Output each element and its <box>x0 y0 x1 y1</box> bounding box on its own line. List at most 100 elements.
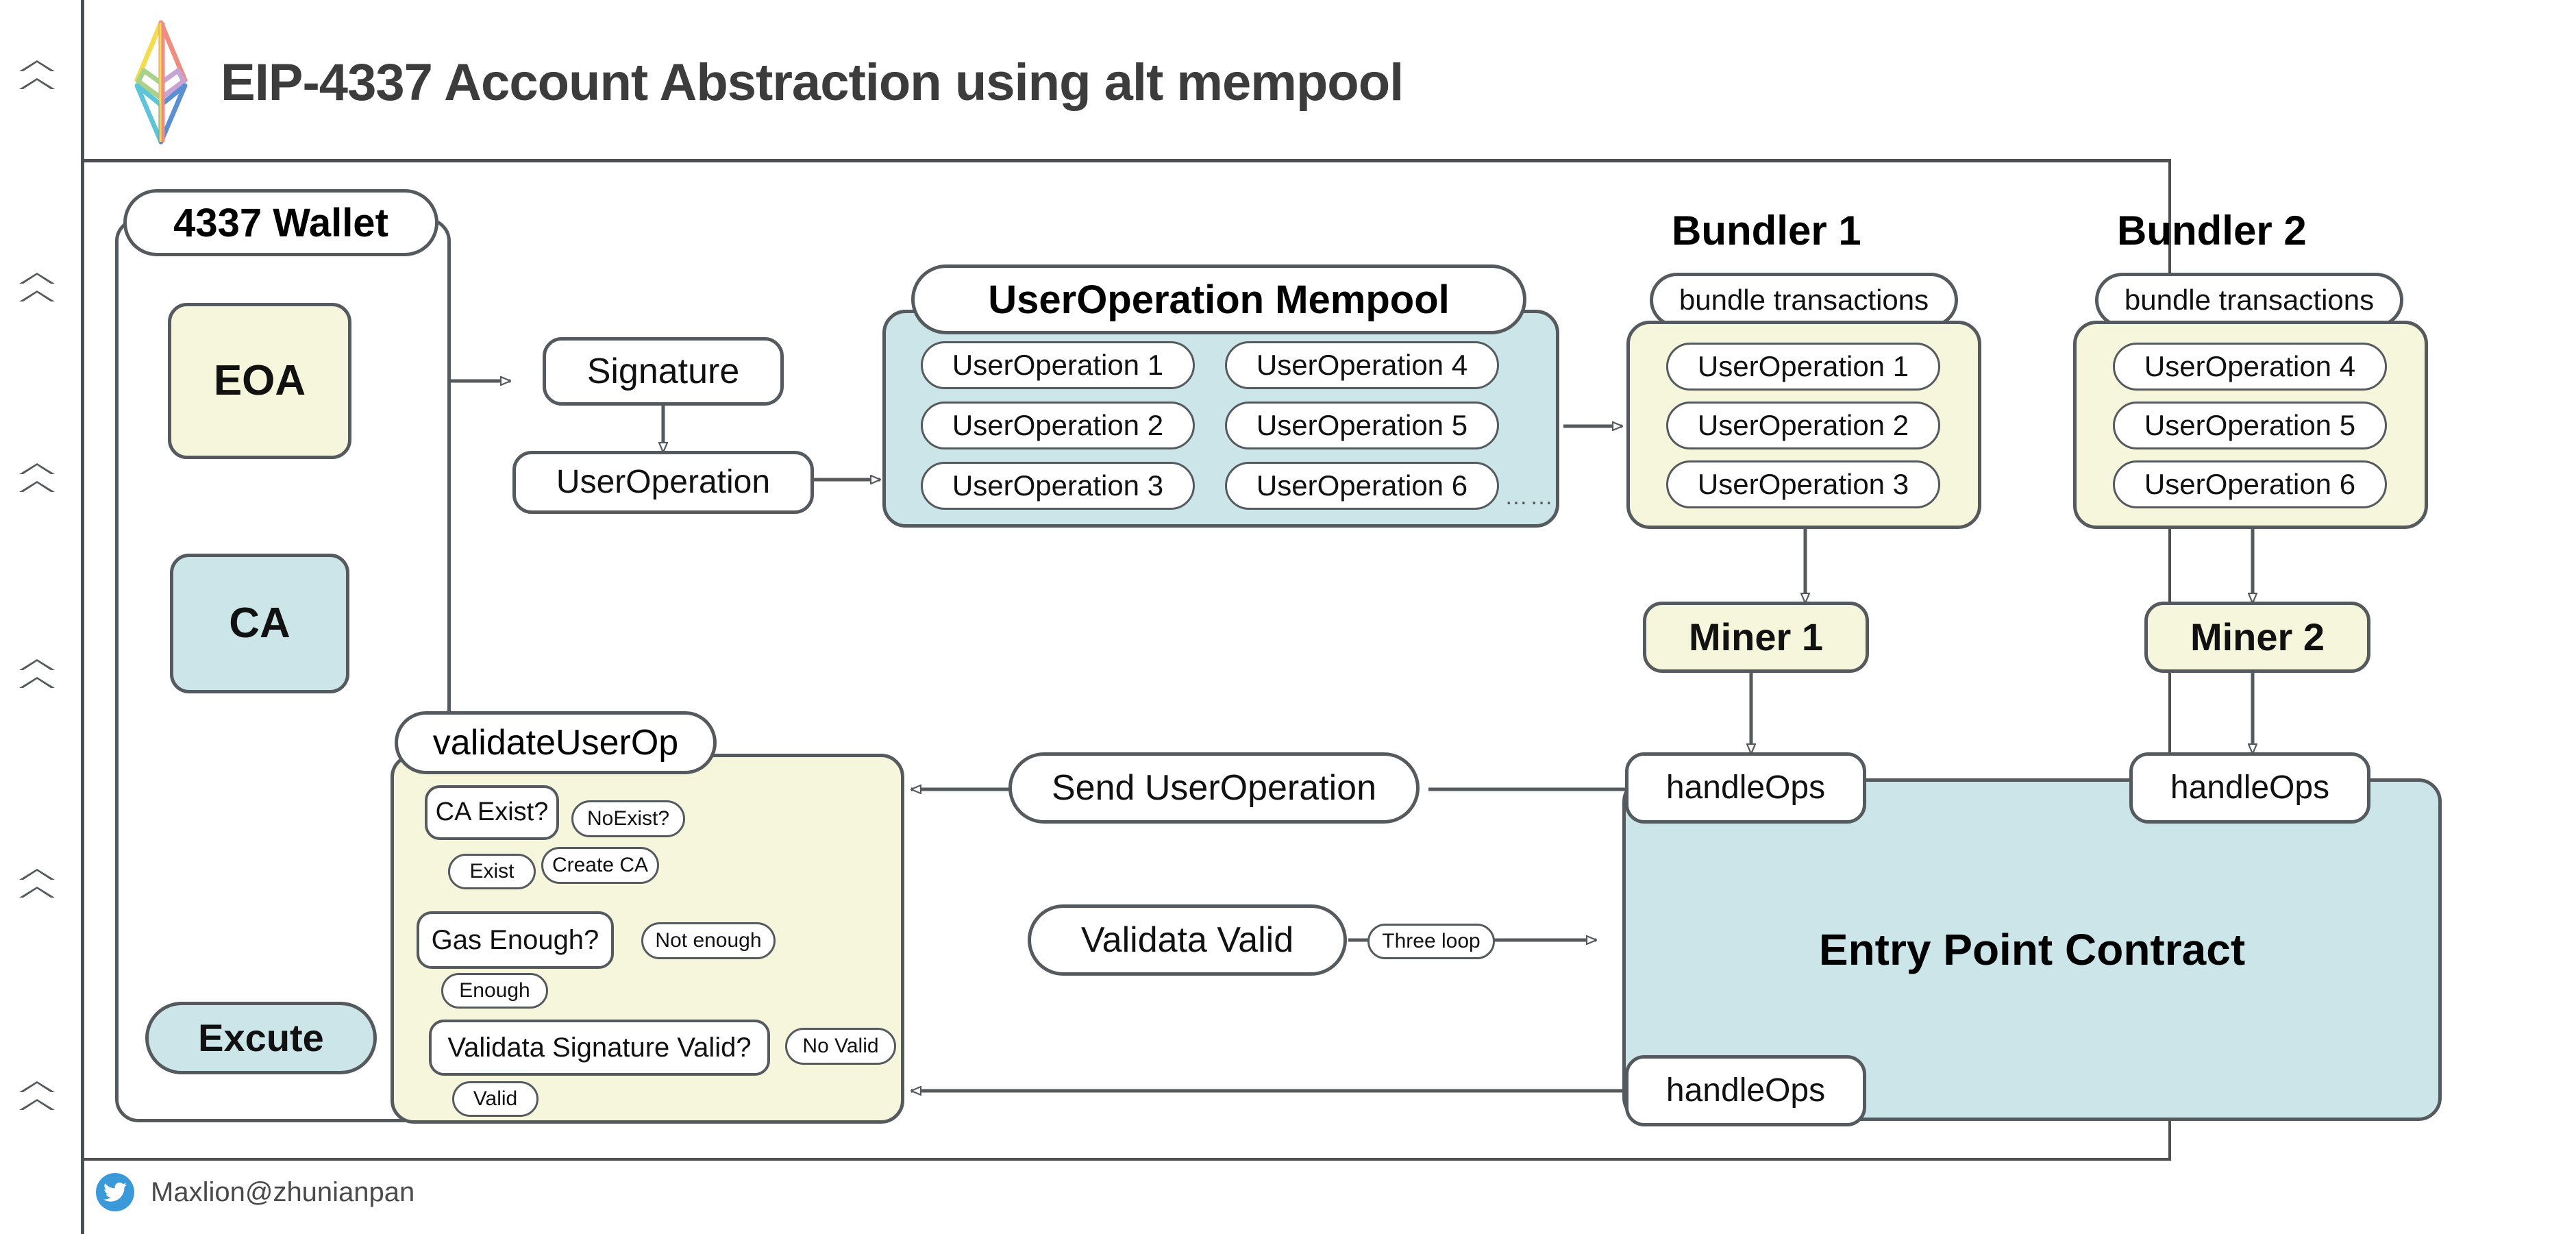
branch-valid-node[interactable]: Valid <box>452 1081 538 1117</box>
mempool-op-item[interactable]: UserOperation 5 <box>1225 402 1499 449</box>
branch-not-enough-label: Not enough <box>655 929 762 952</box>
handle-ops-2-label: handleOps <box>2170 769 2330 806</box>
bundler-1-op-label: UserOperation 3 <box>1697 467 1909 500</box>
bundler-1-op-label: UserOperation 1 <box>1697 349 1909 382</box>
step-gas-enough-node[interactable]: Gas Enough? <box>417 911 614 969</box>
twitter-bird-icon[interactable] <box>96 1173 134 1211</box>
bundler-2-op-item[interactable]: UserOperation 4 <box>2113 343 2387 391</box>
triangle-marker-pair <box>19 60 60 96</box>
bundler-2-subtitle-label: bundle transactions <box>2124 283 2375 316</box>
bundler-2-op-item[interactable]: UserOperation 6 <box>2113 460 2387 508</box>
branch-enough-node[interactable]: Enough <box>441 973 548 1009</box>
mempool-op-label: UserOperation 2 <box>952 408 1164 441</box>
bundler-1-op-label: UserOperation 2 <box>1697 408 1909 441</box>
bundler-1-op-item[interactable]: UserOperation 2 <box>1666 402 1940 449</box>
bundler-1-op-item[interactable]: UserOperation 1 <box>1666 343 1940 391</box>
page-title: EIP-4337 Account Abstraction using alt m… <box>221 53 1404 112</box>
triangle-marker-icon <box>19 463 55 474</box>
bundler-2-op-label: UserOperation 4 <box>2144 349 2356 382</box>
signature-label: Signature <box>586 351 740 391</box>
mempool-op-label: UserOperation 5 <box>1256 408 1468 441</box>
bundler-2-op-item[interactable]: UserOperation 5 <box>2113 402 2387 449</box>
branch-not-enough-node[interactable]: Not enough <box>641 922 776 959</box>
mempool-op-label: UserOperation 3 <box>952 469 1164 502</box>
miner-2-node[interactable]: Miner 2 <box>2144 602 2370 673</box>
step-signature-valid-label: Validata Signature Valid? <box>447 1033 752 1063</box>
handle-ops-1-label: handleOps <box>1665 769 1826 806</box>
validata-valid-label: Validata Valid <box>1080 920 1294 960</box>
branch-create-ca-label: Create CA <box>552 854 649 877</box>
user-operation-node[interactable]: UserOperation <box>512 451 814 514</box>
mempool-op-item[interactable]: UserOperation 6 <box>1225 462 1499 510</box>
bundler-1-subtitle-label: bundle transactions <box>1679 283 1929 316</box>
triangle-marker-icon <box>19 1081 55 1092</box>
ca-node[interactable]: CA <box>170 554 349 693</box>
triangle-marker-icon <box>19 1099 55 1110</box>
triangle-marker-icon <box>19 273 55 284</box>
triangle-marker-icon <box>19 887 55 898</box>
branch-noexist-node[interactable]: NoExist? <box>571 800 685 837</box>
triangle-marker-icon <box>19 60 55 71</box>
step-signature-valid-node[interactable]: Validata Signature Valid? <box>429 1020 770 1076</box>
validata-valid-node[interactable]: Validata Valid <box>1028 904 1347 976</box>
twitter-handle: Maxlion@zhunianpan <box>151 1176 415 1207</box>
excute-label: Excute <box>198 1015 324 1059</box>
triangle-marker-icon <box>19 291 55 301</box>
eoa-label: EOA <box>213 357 306 405</box>
page-header: EIP-4337 Account Abstraction using alt m… <box>123 14 1404 151</box>
bundler-2-subtitle: bundle transactions <box>2095 273 2403 328</box>
bundler-2-title-label: Bundler 2 <box>2117 208 2307 254</box>
entry-point-label: Entry Point Contract <box>1818 925 2246 974</box>
signature-node[interactable]: Signature <box>543 337 784 406</box>
wallet-group-title-label: 4337 Wallet <box>173 200 388 245</box>
mempool-op-item[interactable]: UserOperation 2 <box>921 402 1195 449</box>
eoa-node[interactable]: EOA <box>168 303 351 459</box>
triangle-marker-pair <box>19 273 60 308</box>
three-loop-node[interactable]: Three loop <box>1367 924 1495 959</box>
mempool-group-title-label: UserOperation Mempool <box>988 277 1450 322</box>
excute-node[interactable]: Excute <box>145 1002 377 1074</box>
branch-no-valid-label: No Valid <box>802 1035 879 1058</box>
branch-no-valid-node[interactable]: No Valid <box>785 1028 896 1065</box>
branch-valid-label: Valid <box>473 1087 518 1111</box>
mempool-op-item[interactable]: UserOperation 3 <box>921 462 1195 510</box>
mempool-op-item[interactable]: UserOperation 1 <box>921 341 1195 389</box>
triangle-marker-icon <box>19 78 55 89</box>
mempool-op-label: UserOperation 1 <box>952 348 1164 381</box>
branch-create-ca-node[interactable]: Create CA <box>541 847 659 884</box>
footer-divider <box>81 1158 2170 1161</box>
triangle-marker-icon <box>19 869 55 880</box>
bundler-1-title: Bundler 1 <box>1672 207 1861 254</box>
step-gas-enough-label: Gas Enough? <box>431 925 599 955</box>
mempool-group-title: UserOperation Mempool <box>911 264 1526 334</box>
bundler-2-title: Bundler 2 <box>2117 207 2307 254</box>
triangle-marker-pair <box>19 659 60 695</box>
miner-2-label: Miner 2 <box>2190 615 2325 658</box>
send-user-operation-label: Send UserOperation <box>1051 767 1377 808</box>
handle-ops-2-node[interactable]: handleOps <box>2129 752 2370 824</box>
bundler-1-title-label: Bundler 1 <box>1672 208 1861 254</box>
validate-user-op-title: validateUserOp <box>395 711 717 774</box>
send-user-operation-node[interactable]: Send UserOperation <box>1008 752 1420 824</box>
bundler-1-subtitle: bundle transactions <box>1650 273 1958 328</box>
triangle-marker-pair <box>19 869 60 904</box>
branch-exist-node[interactable]: Exist <box>448 854 536 889</box>
header-divider <box>81 159 2170 162</box>
bundler-2-op-label: UserOperation 5 <box>2144 408 2356 441</box>
triangle-marker-pair <box>19 1081 60 1117</box>
wallet-group-title: 4337 Wallet <box>123 189 438 256</box>
branch-enough-label: Enough <box>459 979 530 1002</box>
handle-ops-1-node[interactable]: handleOps <box>1625 752 1866 824</box>
mempool-op-item[interactable]: UserOperation 4 <box>1225 341 1499 389</box>
mempool-ellipsis: …… <box>1504 484 1555 510</box>
branch-exist-label: Exist <box>469 860 515 883</box>
handle-ops-bottom-node[interactable]: handleOps <box>1625 1055 1866 1126</box>
page-footer: Maxlion@zhunianpan <box>96 1173 414 1211</box>
bundler-1-op-item[interactable]: UserOperation 3 <box>1666 460 1940 508</box>
triangle-marker-icon <box>19 481 55 492</box>
step-ca-exist-node[interactable]: CA Exist? <box>425 785 559 840</box>
miner-1-node[interactable]: Miner 1 <box>1643 602 1869 673</box>
validate-user-op-title-label: validateUserOp <box>432 723 679 763</box>
mempool-op-label: UserOperation 6 <box>1256 469 1468 502</box>
ca-label: CA <box>229 600 290 647</box>
